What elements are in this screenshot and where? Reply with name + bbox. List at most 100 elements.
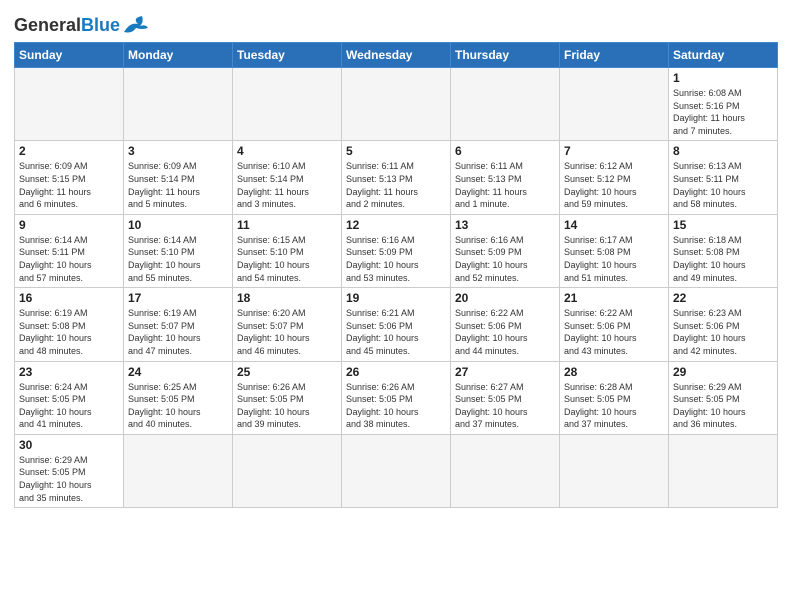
week-row-4: 23Sunrise: 6:24 AM Sunset: 5:05 PM Dayli… (15, 361, 778, 434)
day-number: 6 (455, 144, 555, 158)
day-info: Sunrise: 6:21 AM Sunset: 5:06 PM Dayligh… (346, 307, 446, 357)
calendar-table: SundayMondayTuesdayWednesdayThursdayFrid… (14, 42, 778, 508)
day-cell: 19 Sunrise: 6:21 AM Sunset: 5:06 PM Dayli… (342, 288, 451, 361)
day-number: 18 (237, 291, 337, 305)
day-number: 14 (564, 218, 664, 232)
day-number: 4 (237, 144, 337, 158)
header: General Blue (14, 10, 778, 36)
day-number: 22 (673, 291, 773, 305)
weekday-sunday: Sunday (15, 43, 124, 68)
day-cell: 14Sunrise: 6:17 AM Sunset: 5:08 PM Dayli… (560, 214, 669, 287)
calendar-header: SundayMondayTuesdayWednesdayThursdayFrid… (15, 43, 778, 68)
day-info: Sunrise: 6:22 AM Sunset: 5:06 PM Dayligh… (455, 307, 555, 357)
day-cell: 24Sunrise: 6:25 AM Sunset: 5:05 PM Dayli… (124, 361, 233, 434)
day-number: 27 (455, 365, 555, 379)
day-info: Sunrise: 6:12 AM Sunset: 5:12 PM Dayligh… (564, 160, 664, 210)
day-number: 28 (564, 365, 664, 379)
day-cell: 13 Sunrise: 6:16 AM Sunset: 5:09 PM Dayli… (451, 214, 560, 287)
day-cell: 27Sunrise: 6:27 AM Sunset: 5:05 PM Dayli… (451, 361, 560, 434)
day-cell: 2Sunrise: 6:09 AM Sunset: 5:15 PM Daylig… (15, 141, 124, 214)
day-cell: 30 Sunrise: 6:29 AM Sunset: 5:05 PM Dayli… (15, 434, 124, 507)
day-number: 1 (673, 71, 773, 85)
weekday-tuesday: Tuesday (233, 43, 342, 68)
day-cell: 11Sunrise: 6:15 AM Sunset: 5:10 PM Dayli… (233, 214, 342, 287)
day-number: 8 (673, 144, 773, 158)
calendar-body: 1 Sunrise: 6:08 AM Sunset: 5:16 PM Daylig… (15, 68, 778, 508)
day-number: 24 (128, 365, 228, 379)
day-info: Sunrise: 6:11 AM Sunset: 5:13 PM Dayligh… (346, 160, 446, 210)
day-number: 9 (19, 218, 119, 232)
day-info: Sunrise: 6:09 AM Sunset: 5:14 PM Dayligh… (128, 160, 228, 210)
day-info: Sunrise: 6:29 AM Sunset: 5:05 PM Dayligh… (673, 381, 773, 431)
day-info: Sunrise: 6:14 AM Sunset: 5:10 PM Dayligh… (128, 234, 228, 284)
day-info: Sunrise: 6:22 AM Sunset: 5:06 PM Dayligh… (564, 307, 664, 357)
week-row-0: 1 Sunrise: 6:08 AM Sunset: 5:16 PM Daylig… (15, 68, 778, 141)
logo-general-text: General (14, 15, 81, 36)
day-cell: 28 Sunrise: 6:28 AM Sunset: 5:05 PM Dayli… (560, 361, 669, 434)
day-info: Sunrise: 6:16 AM Sunset: 5:09 PM Dayligh… (346, 234, 446, 284)
day-cell: 1 Sunrise: 6:08 AM Sunset: 5:16 PM Daylig… (669, 68, 778, 141)
day-cell: 8 Sunrise: 6:13 AM Sunset: 5:11 PM Daylig… (669, 141, 778, 214)
logo: General Blue (14, 14, 150, 36)
day-cell: 9 Sunrise: 6:14 AM Sunset: 5:11 PM Daylig… (15, 214, 124, 287)
day-info: Sunrise: 6:08 AM Sunset: 5:16 PM Dayligh… (673, 87, 773, 137)
weekday-thursday: Thursday (451, 43, 560, 68)
day-cell: 22 Sunrise: 6:23 AM Sunset: 5:06 PM Dayli… (669, 288, 778, 361)
day-info: Sunrise: 6:29 AM Sunset: 5:05 PM Dayligh… (19, 454, 119, 504)
day-cell: 21Sunrise: 6:22 AM Sunset: 5:06 PM Dayli… (560, 288, 669, 361)
page: General Blue SundayMondayTuesdayWednesda… (0, 0, 792, 518)
week-row-5: 30 Sunrise: 6:29 AM Sunset: 5:05 PM Dayli… (15, 434, 778, 507)
day-number: 15 (673, 218, 773, 232)
day-cell (451, 434, 560, 507)
weekday-header-row: SundayMondayTuesdayWednesdayThursdayFrid… (15, 43, 778, 68)
day-number: 10 (128, 218, 228, 232)
day-cell: 4 Sunrise: 6:10 AM Sunset: 5:14 PM Daylig… (233, 141, 342, 214)
day-number: 2 (19, 144, 119, 158)
day-info: Sunrise: 6:14 AM Sunset: 5:11 PM Dayligh… (19, 234, 119, 284)
day-number: 5 (346, 144, 446, 158)
weekday-friday: Friday (560, 43, 669, 68)
day-info: Sunrise: 6:16 AM Sunset: 5:09 PM Dayligh… (455, 234, 555, 284)
day-info: Sunrise: 6:10 AM Sunset: 5:14 PM Dayligh… (237, 160, 337, 210)
day-cell: 6 Sunrise: 6:11 AM Sunset: 5:13 PM Daylig… (451, 141, 560, 214)
day-cell (124, 68, 233, 141)
day-info: Sunrise: 6:18 AM Sunset: 5:08 PM Dayligh… (673, 234, 773, 284)
day-number: 19 (346, 291, 446, 305)
day-info: Sunrise: 6:28 AM Sunset: 5:05 PM Dayligh… (564, 381, 664, 431)
day-number: 20 (455, 291, 555, 305)
day-cell (233, 434, 342, 507)
day-info: Sunrise: 6:11 AM Sunset: 5:13 PM Dayligh… (455, 160, 555, 210)
day-cell: 25Sunrise: 6:26 AM Sunset: 5:05 PM Dayli… (233, 361, 342, 434)
day-cell: 26Sunrise: 6:26 AM Sunset: 5:05 PM Dayli… (342, 361, 451, 434)
day-number: 30 (19, 438, 119, 452)
day-cell: 10 Sunrise: 6:14 AM Sunset: 5:10 PM Dayli… (124, 214, 233, 287)
day-number: 23 (19, 365, 119, 379)
week-row-2: 9 Sunrise: 6:14 AM Sunset: 5:11 PM Daylig… (15, 214, 778, 287)
day-info: Sunrise: 6:13 AM Sunset: 5:11 PM Dayligh… (673, 160, 773, 210)
day-cell (560, 434, 669, 507)
day-cell: 7 Sunrise: 6:12 AM Sunset: 5:12 PM Daylig… (560, 141, 669, 214)
day-info: Sunrise: 6:20 AM Sunset: 5:07 PM Dayligh… (237, 307, 337, 357)
day-number: 26 (346, 365, 446, 379)
day-cell (560, 68, 669, 141)
day-cell: 5 Sunrise: 6:11 AM Sunset: 5:13 PM Daylig… (342, 141, 451, 214)
day-cell (124, 434, 233, 507)
day-number: 12 (346, 218, 446, 232)
day-number: 11 (237, 218, 337, 232)
day-cell: 18 Sunrise: 6:20 AM Sunset: 5:07 PM Dayli… (233, 288, 342, 361)
day-number: 13 (455, 218, 555, 232)
day-number: 17 (128, 291, 228, 305)
week-row-3: 16Sunrise: 6:19 AM Sunset: 5:08 PM Dayli… (15, 288, 778, 361)
day-number: 7 (564, 144, 664, 158)
day-info: Sunrise: 6:19 AM Sunset: 5:07 PM Dayligh… (128, 307, 228, 357)
day-number: 25 (237, 365, 337, 379)
day-cell (233, 68, 342, 141)
day-cell: 23Sunrise: 6:24 AM Sunset: 5:05 PM Dayli… (15, 361, 124, 434)
day-info: Sunrise: 6:23 AM Sunset: 5:06 PM Dayligh… (673, 307, 773, 357)
day-cell: 29Sunrise: 6:29 AM Sunset: 5:05 PM Dayli… (669, 361, 778, 434)
weekday-monday: Monday (124, 43, 233, 68)
day-cell: 12 Sunrise: 6:16 AM Sunset: 5:09 PM Dayli… (342, 214, 451, 287)
weekday-wednesday: Wednesday (342, 43, 451, 68)
weekday-saturday: Saturday (669, 43, 778, 68)
day-cell: 16Sunrise: 6:19 AM Sunset: 5:08 PM Dayli… (15, 288, 124, 361)
